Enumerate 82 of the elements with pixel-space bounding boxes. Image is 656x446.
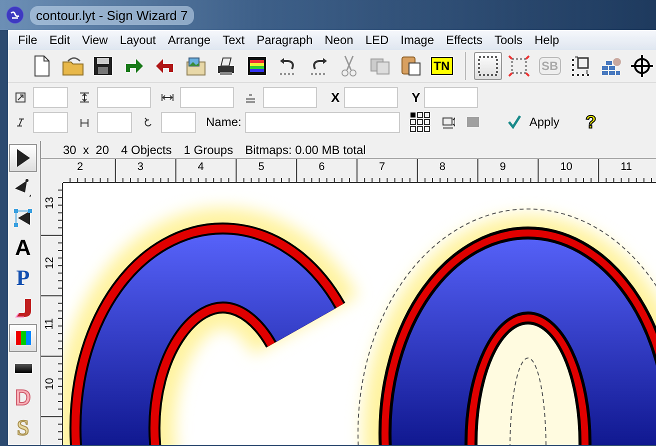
gradient-bar-icon — [14, 362, 32, 374]
checkmark-icon — [507, 115, 522, 129]
move-handles-icon — [571, 56, 590, 76]
picture-envelope-icon — [186, 56, 206, 76]
ruler-number: 6 — [318, 161, 325, 173]
input-field[interactable] — [424, 86, 478, 108]
toolbar-button[interactable] — [628, 52, 656, 80]
anchor-grid-icon[interactable] — [410, 112, 430, 132]
turn-left-arrow-icon — [155, 58, 174, 74]
color-bars-icon — [14, 330, 32, 346]
status-text: 1 Groups — [184, 142, 234, 156]
menu-item[interactable]: Edit — [43, 33, 76, 47]
scissors-icon — [341, 55, 358, 77]
input-field[interactable] — [161, 112, 196, 132]
tool-button[interactable] — [9, 144, 37, 172]
ruler-number: 2 — [77, 161, 84, 173]
ruler-number: 10 — [560, 161, 572, 173]
input-field[interactable] — [263, 86, 317, 108]
window-title: contour.lyt - Sign Wizard 7 — [30, 6, 194, 24]
menu-item[interactable]: File — [12, 33, 44, 47]
menu-item[interactable]: Arrange — [162, 33, 217, 47]
axis-label: X — [331, 90, 340, 104]
menu-item[interactable]: Help — [528, 33, 566, 47]
ruler-number: 12 — [44, 257, 56, 270]
undo-icon — [278, 57, 297, 75]
ruler-number: 8 — [439, 161, 446, 173]
tool-button[interactable]: P — [9, 264, 37, 292]
menu-item[interactable]: Effects — [440, 33, 488, 47]
tiles-icon — [600, 56, 622, 76]
display-icon — [247, 56, 268, 76]
redo-icon — [310, 57, 328, 75]
input-field[interactable] — [33, 112, 68, 132]
height-icon — [78, 90, 91, 104]
resize-corner-icon — [14, 90, 27, 104]
input-field[interactable] — [180, 86, 234, 108]
input-field[interactable] — [344, 86, 398, 108]
menu-item[interactable]: LED — [359, 33, 395, 47]
turn-right-arrow-icon — [124, 58, 144, 74]
tool-button[interactable]: A — [9, 234, 37, 262]
ruler-number: 13 — [44, 196, 56, 210]
ruler-number: 4 — [198, 161, 204, 173]
copy-icon — [370, 58, 390, 74]
ruler-number: 10 — [44, 378, 56, 390]
dashed-rectangle-icon — [478, 56, 498, 76]
ruler-number: 7 — [379, 161, 386, 173]
document-icon — [34, 55, 50, 77]
axis-label: Y — [412, 90, 420, 104]
menu-item[interactable]: Text — [216, 33, 251, 47]
menu-item[interactable]: Layout — [114, 33, 162, 47]
folder-icon — [62, 56, 84, 76]
node-arrow-icon — [14, 178, 32, 198]
menu-item[interactable]: View — [76, 33, 114, 47]
ruler-number: 3 — [137, 161, 144, 173]
frame-resize-icon[interactable] — [442, 116, 456, 128]
input-field[interactable] — [97, 112, 132, 132]
node-edit-icon — [13, 208, 33, 228]
status-text: Bitmaps: 0.00 MB total — [245, 142, 366, 156]
printer-icon — [217, 56, 236, 76]
ruler-number: 11 — [620, 161, 632, 173]
name-label: Name: — [206, 115, 242, 129]
status-text: 30 x 20 — [63, 142, 110, 156]
input-field[interactable] — [33, 86, 68, 108]
ruler-number: 9 — [500, 161, 506, 173]
ruler-number: 5 — [258, 161, 264, 173]
clipboard-icon — [400, 56, 421, 76]
input-field[interactable] — [245, 112, 400, 132]
menu-item[interactable]: Image — [394, 33, 440, 47]
crosshair-icon — [630, 54, 654, 78]
ruler-number: 11 — [44, 318, 56, 330]
slant-icon — [14, 116, 27, 128]
menu-item[interactable]: Paragraph — [250, 33, 319, 47]
swatch-icon — [467, 117, 480, 127]
status-text: 4 Objects — [121, 142, 172, 156]
input-field[interactable] — [97, 86, 151, 108]
menu-item[interactable]: Tools — [488, 33, 528, 47]
toolbar-button[interactable] — [474, 52, 502, 80]
menu-item[interactable]: Neon — [318, 33, 360, 47]
app-logo-icon — [6, 6, 24, 24]
selection-handles-icon — [508, 55, 530, 77]
pointer-arrow-icon — [16, 148, 30, 168]
apply-button[interactable]: Apply — [503, 115, 564, 129]
extruded-letter-icon — [14, 298, 32, 318]
